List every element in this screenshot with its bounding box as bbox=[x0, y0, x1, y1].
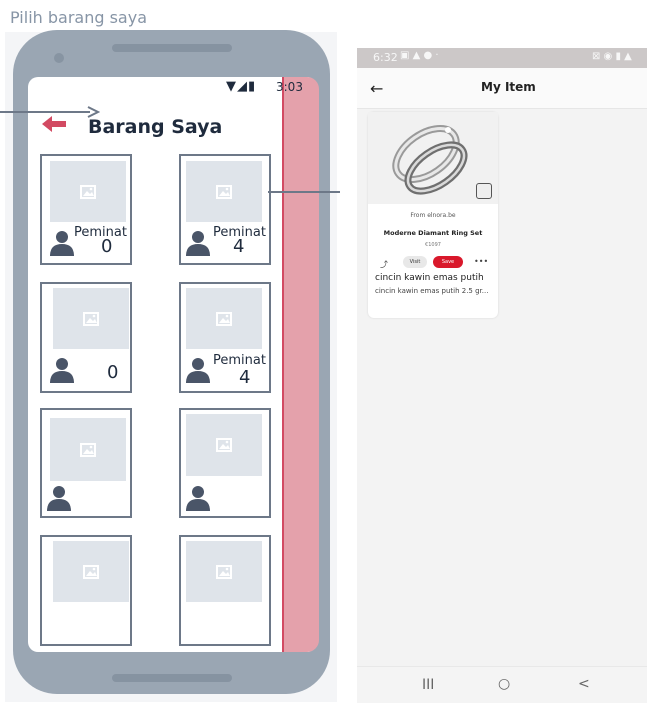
camera-dot bbox=[54, 53, 64, 63]
image-placeholder bbox=[53, 288, 129, 349]
product-price: €1097 bbox=[425, 242, 441, 248]
user-icon bbox=[186, 486, 210, 511]
peminat-count: 4 bbox=[233, 236, 245, 257]
user-icon bbox=[50, 358, 74, 383]
image-placeholder bbox=[186, 288, 262, 349]
image-icon bbox=[216, 311, 232, 326]
app-title: My Item bbox=[481, 80, 536, 94]
image-icon bbox=[216, 564, 232, 579]
user-icon bbox=[186, 358, 210, 383]
screen-title: Barang Saya bbox=[88, 116, 223, 138]
image-placeholder bbox=[186, 541, 262, 602]
image-icon bbox=[80, 184, 96, 199]
peminat-count: 4 bbox=[239, 367, 251, 388]
image-placeholder bbox=[50, 418, 126, 481]
peminat-label: Peminat bbox=[213, 353, 266, 368]
image-placeholder bbox=[186, 414, 262, 476]
visit-button[interactable]: Visit bbox=[403, 256, 427, 268]
image-placeholder bbox=[186, 161, 262, 222]
user-icon bbox=[186, 231, 210, 256]
status-time: 6:32 bbox=[373, 51, 398, 64]
peminat-count: 0 bbox=[101, 236, 113, 257]
home-indicator bbox=[112, 674, 232, 682]
item-description: cincin kawin emas putih 2.5 gr... bbox=[375, 287, 489, 295]
image-icon bbox=[80, 442, 96, 457]
more-icon[interactable]: ••• bbox=[474, 257, 488, 266]
speaker-bar bbox=[112, 44, 232, 52]
back-icon[interactable]: < bbox=[578, 676, 590, 692]
user-icon bbox=[50, 231, 74, 256]
notification-icons: ▣ ▲ ● · bbox=[400, 50, 439, 61]
image-icon bbox=[216, 184, 232, 199]
visual-search-icon[interactable] bbox=[476, 183, 492, 199]
system-status-icons: ⊠ ◉ ▮ ▲ bbox=[592, 51, 632, 62]
user-icon bbox=[47, 486, 71, 511]
back-arrow-icon[interactable]: ← bbox=[370, 79, 383, 98]
save-button[interactable]: Save bbox=[433, 256, 463, 268]
next-screen-edge bbox=[282, 77, 319, 652]
home-icon[interactable]: ○ bbox=[498, 676, 510, 692]
image-placeholder bbox=[50, 161, 126, 222]
share-icon[interactable]: ⤴ bbox=[380, 259, 388, 270]
peminat-count: 0 bbox=[107, 362, 119, 383]
item-title: cincin kawin emas putih bbox=[375, 273, 484, 283]
status-icons: ▼◢▮ bbox=[226, 79, 257, 94]
product-name: Moderne Diamant Ring Set bbox=[383, 229, 483, 237]
image-placeholder bbox=[53, 541, 129, 602]
frame-title: Pilih barang saya bbox=[10, 8, 147, 27]
connector-line bbox=[268, 191, 340, 193]
status-time: 3:03 bbox=[276, 80, 303, 94]
image-icon bbox=[83, 311, 99, 326]
source-text: From elnora.be bbox=[410, 212, 456, 219]
image-icon bbox=[83, 564, 99, 579]
image-icon bbox=[216, 438, 232, 452]
flow-arrow-icon bbox=[0, 106, 100, 118]
recent-apps-icon[interactable]: III bbox=[422, 677, 434, 693]
